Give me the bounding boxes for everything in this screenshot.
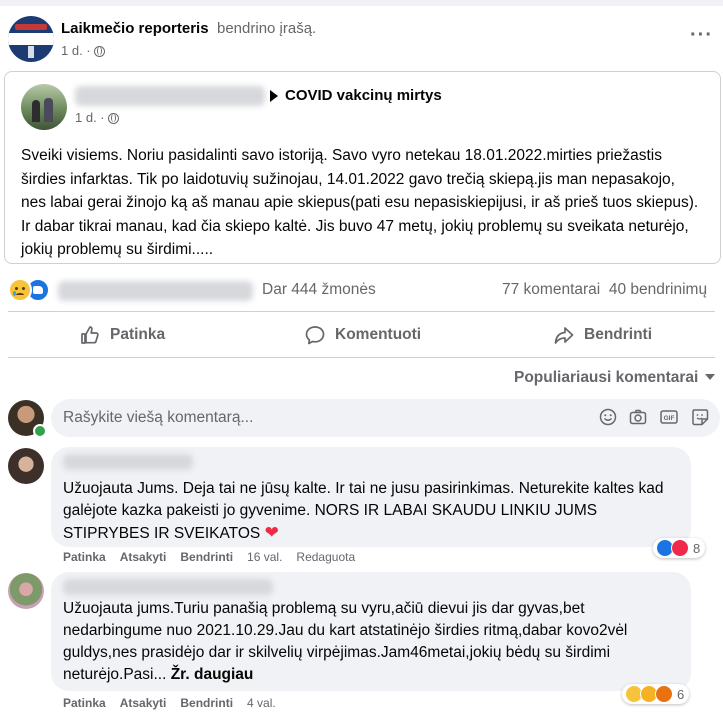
- reaction-count-text[interactable]: Dar 444 žmonės: [262, 281, 376, 299]
- comment-button[interactable]: Komentuoti: [305, 318, 421, 352]
- commenter-avatar[interactable]: [8, 573, 44, 609]
- comment-reaction-count: 8: [693, 540, 701, 556]
- arrow-right-icon: [270, 90, 278, 102]
- online-status-dot: [33, 424, 47, 438]
- comment-actions: Patinka Atsakyti Bendrinti 4 val.: [63, 696, 290, 710]
- blurred-author-name: [75, 86, 265, 106]
- globe-icon: [107, 113, 119, 124]
- like-label: Patinka: [110, 326, 166, 343]
- post-timestamp[interactable]: 1 d. ·: [61, 43, 105, 58]
- post-time-text: 1 d. ·: [61, 43, 91, 58]
- comment-actions: Patinka Atsakyti Bendrinti 16 val. Redaguota: [63, 550, 369, 564]
- comment-body: Užuojauta Jums. Deja tai ne jūsų kalte. …: [63, 480, 664, 542]
- svg-text:GIF: GIF: [664, 415, 675, 422]
- group-name-link[interactable]: COVID vakcinų mirtys: [285, 87, 442, 104]
- sad-reaction-icon: [8, 278, 32, 302]
- shared-author-avatar[interactable]: [21, 84, 67, 130]
- sticker-icon[interactable]: [691, 408, 709, 426]
- comment-time[interactable]: 4 val.: [247, 696, 276, 710]
- share-label: Bendrinti: [584, 326, 653, 343]
- share-arrow-icon: [554, 327, 574, 344]
- comment-input[interactable]: [51, 399, 720, 437]
- like-button[interactable]: Patinka: [80, 318, 165, 352]
- comment-time[interactable]: 16 val.: [247, 550, 282, 564]
- comment-count[interactable]: 77 komentarai: [502, 281, 600, 298]
- page-avatar-logo[interactable]: [8, 16, 54, 62]
- comment-reply-link[interactable]: Atsakyti: [120, 696, 167, 710]
- more-options-icon[interactable]: ···: [690, 25, 713, 45]
- blurred-commenter-name: [63, 454, 193, 470]
- heart-emoji: ❤: [264, 523, 279, 542]
- comment-text: Užuojauta Jums. Deja tai ne jūsų kalte. …: [63, 478, 683, 545]
- comment-reaction-badge[interactable]: 6: [622, 684, 690, 704]
- comment-reaction-badge[interactable]: 8: [653, 538, 706, 558]
- globe-icon: [93, 46, 105, 57]
- share-count[interactable]: 40 bendrinimų: [609, 281, 707, 298]
- chevron-down-icon: [705, 374, 716, 380]
- comment-like-link[interactable]: Patinka: [63, 696, 106, 710]
- comment-share-counts: 77 komentarai 40 bendrinimų: [502, 281, 707, 299]
- emoji-icon[interactable]: [599, 408, 617, 426]
- comment-sort-dropdown[interactable]: Populiariausi komentarai: [514, 369, 716, 387]
- camera-icon[interactable]: [629, 408, 647, 426]
- gif-icon[interactable]: GIF: [660, 408, 678, 426]
- comment-reply-link[interactable]: Atsakyti: [120, 550, 167, 564]
- comment-label: Komentuoti: [335, 326, 422, 343]
- comment-body: Užuojauta jums.Turiu panašią problemą su…: [63, 600, 628, 683]
- comment-like-link[interactable]: Patinka: [63, 550, 106, 564]
- poster-name[interactable]: Laikmečio reporteris: [61, 20, 209, 37]
- poster-action-text: bendrino įrašą.: [217, 20, 317, 37]
- comment-text: Užuojauta jums.Turiu panašią problemą su…: [63, 598, 678, 686]
- blurred-reactor-names: [58, 281, 253, 301]
- angry-reaction-icon: [655, 685, 673, 703]
- love-reaction-icon: [671, 539, 689, 557]
- blurred-commenter-name: [63, 579, 273, 595]
- see-more-link[interactable]: Žr. daugiau: [171, 666, 254, 683]
- speech-bubble-icon: [305, 326, 325, 345]
- divider: [8, 357, 715, 358]
- commenter-avatar[interactable]: [8, 448, 44, 484]
- shared-time-text: 1 d. ·: [75, 110, 105, 125]
- comment-share-link[interactable]: Bendrinti: [180, 550, 233, 564]
- share-button[interactable]: Bendrinti: [554, 318, 652, 352]
- comment-share-link[interactable]: Bendrinti: [180, 696, 233, 710]
- comment-reaction-count: 6: [677, 686, 685, 702]
- thumbs-up-icon: [81, 326, 99, 344]
- shared-post-text: Sveiki visiems. Noriu pasidalinti savo i…: [21, 147, 699, 258]
- shared-timestamp[interactable]: 1 d. ·: [75, 110, 119, 125]
- sort-label: Populiariausi komentarai: [514, 369, 699, 386]
- divider: [8, 311, 715, 312]
- top-separator: [0, 0, 723, 6]
- comment-edited-label: Redaguota: [296, 550, 356, 564]
